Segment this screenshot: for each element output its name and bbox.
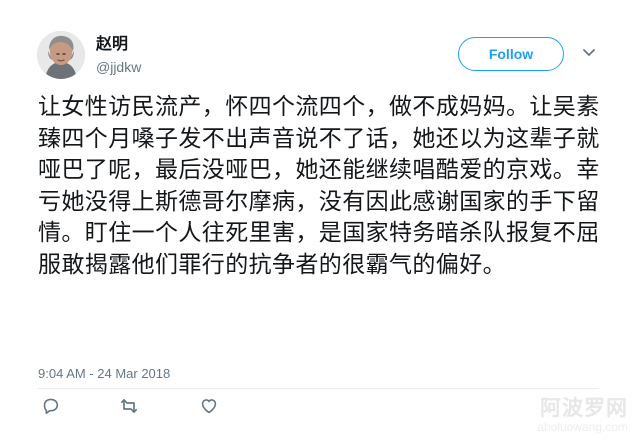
timestamp[interactable]: 9:04 AM - 24 Mar 2018 bbox=[38, 366, 170, 382]
watermark-domain: aboluowang.com bbox=[537, 420, 628, 434]
watermark: 阿波罗网 aboluowang.com bbox=[516, 397, 628, 434]
chevron-down-icon[interactable] bbox=[580, 43, 598, 61]
heart-icon[interactable] bbox=[199, 396, 219, 416]
retweet-icon[interactable] bbox=[119, 396, 139, 416]
avatar[interactable] bbox=[37, 31, 85, 79]
follow-button[interactable]: Follow bbox=[458, 37, 564, 71]
reply-icon[interactable] bbox=[41, 396, 61, 416]
screen-name[interactable]: @jjdkw bbox=[96, 58, 316, 76]
tweet-text: 让女性访民流产，怀四个流四个，做不成妈妈。让吴素臻四个月嗓子发不出声音说不了话，… bbox=[38, 94, 600, 278]
tweet-card: 赵明 @jjdkw Follow 让女性访民流产，怀四个流四个，做不成妈妈。让吴… bbox=[0, 0, 636, 440]
author-block[interactable]: 赵明 @jjdkw bbox=[96, 34, 316, 76]
divider bbox=[38, 388, 598, 389]
watermark-title: 阿波罗网 bbox=[540, 396, 628, 420]
display-name[interactable]: 赵明 bbox=[96, 34, 316, 54]
avatar-image bbox=[37, 31, 85, 79]
